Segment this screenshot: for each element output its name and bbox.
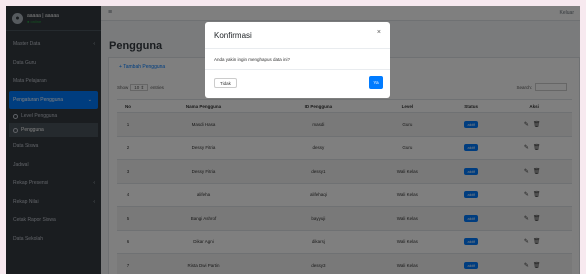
app-frame: ● aaaaa | aaaaa ● online Master Data‹ Da… (6, 6, 580, 274)
dialog-title: Konfirmasi (214, 30, 252, 40)
close-icon[interactable]: × (377, 29, 381, 36)
cancel-button[interactable]: Tidak (214, 78, 237, 88)
confirm-button[interactable]: Ya (369, 76, 383, 89)
confirm-dialog: Konfirmasi × Anda yakin ingin menghapus … (205, 22, 390, 98)
dialog-message: Anda yakin ingin menghapus data ini? (205, 49, 390, 70)
